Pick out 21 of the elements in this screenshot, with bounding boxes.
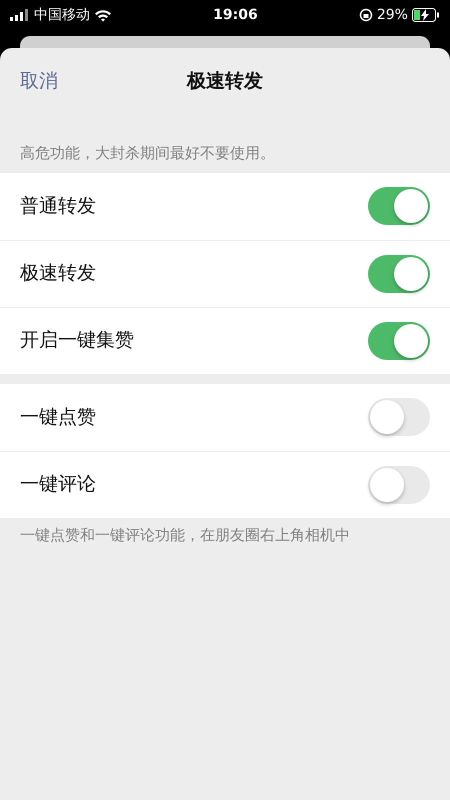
toggle-switch[interactable] <box>368 187 430 225</box>
battery-percent: 29% <box>376 6 408 24</box>
battery-charging-icon <box>412 8 440 22</box>
toggle-switch[interactable] <box>368 398 430 436</box>
wifi-icon <box>94 8 112 22</box>
clock-time: 19:06 <box>213 6 258 24</box>
carrier-name: 中国移动 <box>34 6 90 24</box>
setting-label: 极速转发 <box>20 261 96 286</box>
setting-label: 一键评论 <box>20 472 96 498</box>
setting-label: 普通转发 <box>20 194 96 219</box>
section-header: 高危功能，大封杀期间最好不要使用。 <box>20 144 275 162</box>
section-footer: 一键点赞和一键评论功能，在朋友圈右上角相机中 <box>20 526 350 544</box>
cancel-button[interactable]: 取消 <box>20 66 58 96</box>
toggle-switch[interactable] <box>368 322 430 360</box>
toggle-switch[interactable] <box>368 254 430 292</box>
setting-label: 开启一键集赞 <box>20 328 134 354</box>
sheet-title: 极速转发 <box>187 68 263 94</box>
toggle-switch[interactable] <box>368 466 430 504</box>
signal-icon <box>10 9 30 21</box>
setting-label: 一键点赞 <box>20 404 96 430</box>
rotation-lock-icon <box>358 8 373 22</box>
